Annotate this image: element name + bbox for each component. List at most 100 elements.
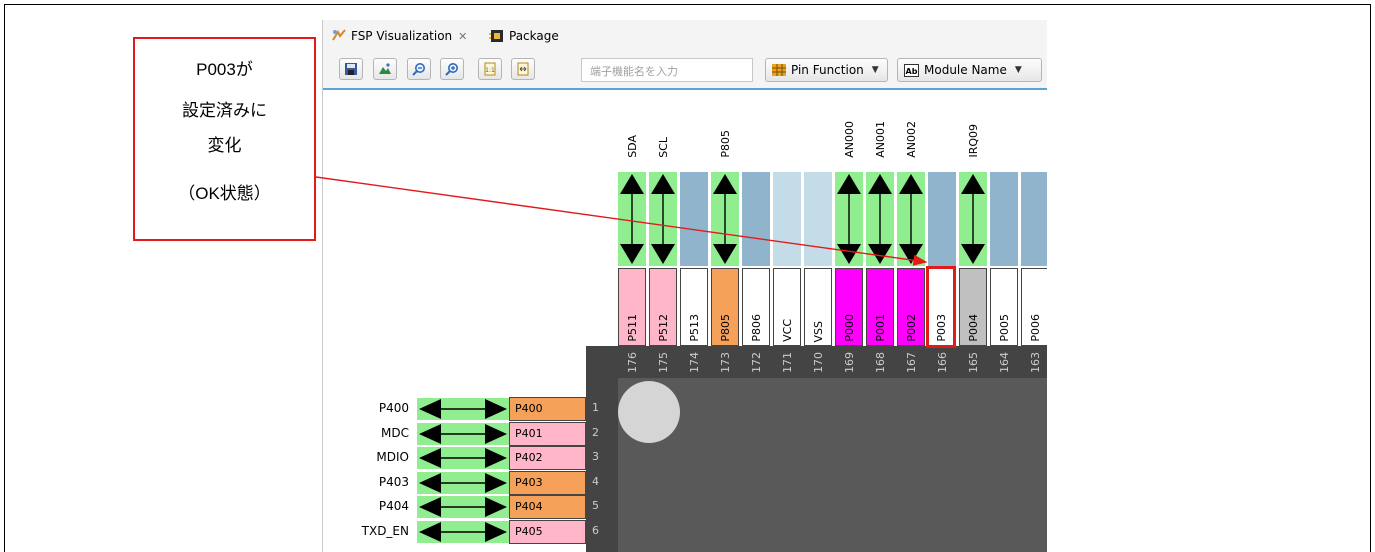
pin-p512[interactable]: P512: [649, 268, 677, 346]
bidirectional-arrow-icon: [868, 174, 892, 264]
package-icon: [489, 28, 505, 44]
chip-core: [618, 378, 1047, 552]
pin-p001[interactable]: P001: [866, 268, 894, 346]
left-pin-row: P404 P404 5: [323, 494, 618, 520]
pin-name: P000: [842, 314, 856, 342]
bidirectional-arrow-icon: [620, 174, 644, 264]
pin-function-dropdown[interactable]: Pin Function ▼: [765, 58, 888, 82]
pin-number: 2: [592, 425, 599, 439]
pin-vss[interactable]: VSS: [804, 268, 832, 346]
pin-connector[interactable]: [866, 172, 894, 266]
pin-connector[interactable]: [417, 521, 509, 543]
pin-p401[interactable]: P401: [509, 421, 586, 446]
pin-connector[interactable]: [990, 172, 1018, 266]
pin-vcc[interactable]: VCC: [773, 268, 801, 346]
pin-p806[interactable]: P806: [742, 268, 770, 346]
export-button[interactable]: [373, 58, 397, 80]
pin-connector[interactable]: [897, 172, 925, 266]
fit-width-icon: [517, 62, 529, 76]
pin-number-text: 175: [656, 351, 670, 373]
fit-page-icon: 1:1: [484, 62, 496, 76]
pin-p403[interactable]: P403: [509, 470, 586, 495]
pin-p405[interactable]: P405: [509, 520, 586, 544]
bidirectional-arrow-icon: [419, 472, 507, 493]
pin-p402[interactable]: P402: [509, 446, 586, 471]
left-pin-row: MDC P401 2: [323, 421, 618, 447]
pin-name: P003: [934, 314, 948, 342]
pin-connector[interactable]: [417, 496, 509, 519]
bidirectional-arrow-icon: [899, 174, 923, 264]
zoom-out-button[interactable]: [407, 58, 431, 80]
mountain-icon: [379, 63, 391, 74]
pin-connector[interactable]: [928, 172, 956, 266]
pin-name: P006: [1028, 314, 1042, 342]
pin-number: 175: [649, 346, 677, 378]
pin-connector[interactable]: [417, 471, 509, 494]
pin-p404[interactable]: P404: [509, 495, 586, 520]
package-canvas: SDA P511 176 SCL P512 175 P513 174 P805 P805 173 P8…: [323, 90, 1047, 552]
pin-number: 165: [959, 346, 987, 378]
callout-line-1: P003が: [196, 60, 253, 79]
pin-p004[interactable]: P004: [959, 268, 987, 346]
tab-package[interactable]: Package: [489, 24, 559, 48]
pin-signal-label: IRQ09: [959, 108, 987, 158]
callout-line-2: 設定済みに: [182, 101, 267, 120]
pin-p000[interactable]: P000: [835, 268, 863, 346]
tab-fsp-visualization[interactable]: FSP Visualization ✕: [331, 24, 467, 48]
zoom-in-icon: [445, 63, 458, 76]
signal-text: SCL: [656, 137, 670, 158]
bidirectional-arrow-icon: [651, 174, 675, 264]
pin-number: 3: [592, 450, 599, 464]
pin-signal-label: TXD_EN: [361, 524, 409, 538]
pin-p002[interactable]: P002: [897, 268, 925, 346]
pin-signal-label: [773, 108, 801, 158]
pin-connector[interactable]: [1021, 172, 1047, 266]
bidirectional-arrow-icon: [713, 174, 737, 264]
pin-connector[interactable]: [618, 172, 646, 266]
pin-name: P513: [687, 314, 701, 342]
pin-p511[interactable]: P511: [618, 268, 646, 346]
svg-text:1:1: 1:1: [485, 67, 495, 74]
module-name-dropdown[interactable]: Ab Module Name ▼: [897, 58, 1042, 82]
pin-connector[interactable]: [773, 172, 801, 266]
pin-signal-label: P403: [378, 474, 409, 489]
pin-connector[interactable]: [417, 422, 509, 445]
pin-name: P005: [997, 314, 1011, 342]
fit-page-button[interactable]: 1:1: [478, 58, 502, 80]
pin-signal-label: [1021, 108, 1047, 158]
pin-number-text: 163: [1028, 351, 1042, 373]
pin-connector[interactable]: [959, 172, 987, 266]
pin-p400[interactable]: P400: [509, 397, 586, 421]
save-button[interactable]: [339, 58, 363, 80]
pin-p003[interactable]: P003: [926, 266, 956, 348]
signal-text: AN002: [904, 121, 918, 158]
callout-line-4: （OK状態）: [178, 184, 271, 203]
pin-signal-label: MDIO: [376, 450, 409, 465]
fit-width-button[interactable]: [511, 58, 535, 80]
pin-connector[interactable]: [417, 398, 509, 420]
pin-signal-label: [804, 108, 832, 158]
pin-signal-label: P404: [378, 499, 409, 514]
tab-label: Package: [509, 29, 559, 43]
chevron-down-icon: ▼: [871, 65, 879, 75]
close-icon[interactable]: ✕: [458, 30, 467, 43]
zoom-in-button[interactable]: [440, 58, 464, 80]
pin-signal-label: P400: [378, 401, 409, 415]
pin-function-search-input[interactable]: 端子機能名を入力: [581, 58, 753, 82]
pin-p513[interactable]: P513: [680, 268, 708, 346]
pin-connector[interactable]: [649, 172, 677, 266]
signal-text: SDA: [625, 135, 639, 158]
pin-connector[interactable]: [742, 172, 770, 266]
editor-tab-bar: FSP Visualization ✕ Package: [323, 20, 1047, 52]
pin-connector[interactable]: [804, 172, 832, 266]
pin-p006[interactable]: P006: [1021, 268, 1047, 346]
pin-connector[interactable]: [417, 447, 509, 470]
pin-connector[interactable]: [680, 172, 708, 266]
pin-connector[interactable]: [835, 172, 863, 266]
pin-p005[interactable]: P005: [990, 268, 1018, 346]
chevron-down-icon: ▼: [1014, 65, 1022, 75]
left-pin-row: TXD_EN P405 6: [323, 519, 618, 545]
bidirectional-arrow-icon: [837, 174, 861, 264]
pin-connector[interactable]: [711, 172, 739, 266]
pin-p805[interactable]: P805: [711, 268, 739, 346]
